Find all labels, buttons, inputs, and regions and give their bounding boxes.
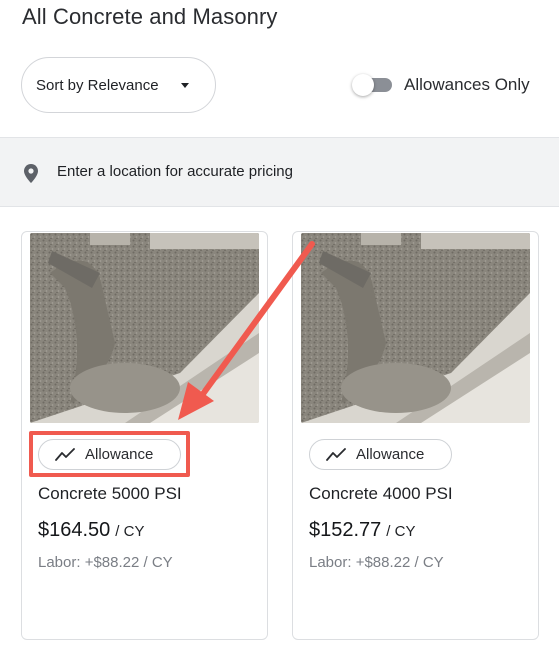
- location-pin-icon: [24, 164, 38, 183]
- sort-dropdown[interactable]: Sort by Relevance: [21, 57, 216, 113]
- price-line: $152.77 / CY: [309, 519, 415, 542]
- labor-cost: Labor: +$88.22 / CY: [309, 554, 444, 571]
- caret-down-icon: [181, 83, 189, 88]
- allowance-badge: Allowance: [38, 439, 181, 470]
- product-name[interactable]: Concrete 5000 PSI: [38, 484, 182, 504]
- product-card[interactable]: Allowance Concrete 4000 PSI $152.77 / CY…: [292, 231, 539, 640]
- page: All Concrete and Masonry Sort by Relevan…: [0, 0, 559, 646]
- product-price: $164.50: [38, 519, 111, 541]
- price-unit: / CY: [115, 523, 145, 540]
- allowances-only-toggle[interactable]: Allowances Only: [352, 74, 530, 96]
- price-unit: / CY: [386, 523, 416, 540]
- trend-line-icon: [326, 447, 346, 461]
- page-title: All Concrete and Masonry: [22, 4, 278, 29]
- labor-cost: Labor: +$88.22 / CY: [38, 554, 173, 571]
- badge-label: Allowance: [356, 446, 425, 463]
- trend-line-icon: [55, 447, 75, 461]
- product-image[interactable]: [30, 233, 259, 423]
- location-bar[interactable]: Enter a location for accurate pricing: [0, 137, 559, 207]
- product-price: $152.77: [309, 519, 382, 541]
- allowances-only-label[interactable]: Allowances Only: [404, 75, 530, 95]
- allowance-badge: Allowance: [309, 439, 452, 470]
- location-prompt[interactable]: Enter a location for accurate pricing: [57, 163, 293, 180]
- badge-label: Allowance: [85, 446, 154, 463]
- toggle-track[interactable]: [352, 74, 392, 96]
- price-line: $164.50 / CY: [38, 519, 144, 542]
- toggle-knob[interactable]: [352, 74, 374, 96]
- product-image[interactable]: [301, 233, 530, 423]
- product-card[interactable]: Allowance Concrete 5000 PSI $164.50 / CY…: [21, 231, 268, 640]
- sort-label: Sort by Relevance: [36, 76, 159, 94]
- product-name[interactable]: Concrete 4000 PSI: [309, 484, 453, 504]
